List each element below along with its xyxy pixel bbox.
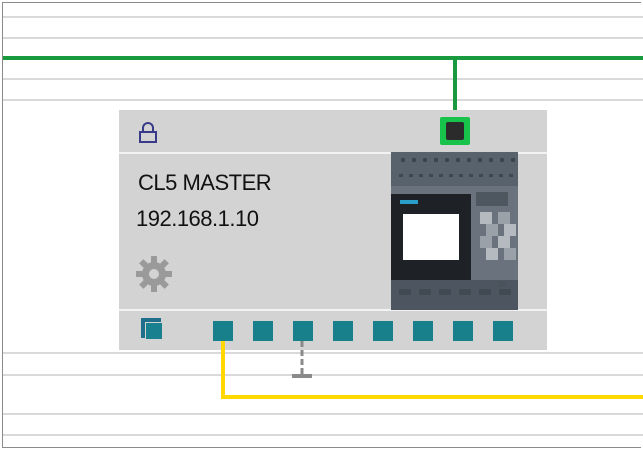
grid-line <box>3 374 643 376</box>
grid-line <box>3 37 643 39</box>
lock-icon <box>139 122 157 143</box>
plc-display <box>403 214 459 260</box>
grid-line <box>3 99 643 101</box>
plc-led <box>498 281 506 287</box>
io-port-7[interactable] <box>453 321 473 341</box>
grid-line <box>3 16 643 18</box>
io-port-8[interactable] <box>493 321 513 341</box>
device-name: CL5 MASTER <box>138 170 272 195</box>
network-port-socket <box>446 122 464 140</box>
plc-bottom-row <box>399 289 511 295</box>
io-bus-drop[interactable] <box>221 341 225 399</box>
io-port-2[interactable] <box>253 321 273 341</box>
copy-icon-front <box>145 322 163 340</box>
copy-icon[interactable] <box>141 318 167 344</box>
profinet-bus-line[interactable] <box>3 56 643 60</box>
io-bus-line[interactable] <box>221 395 643 399</box>
network-port[interactable] <box>440 117 470 145</box>
io-port-6[interactable] <box>413 321 433 341</box>
plc-logo-strip <box>400 200 418 204</box>
io-port-3[interactable] <box>293 321 313 341</box>
io-port-4[interactable] <box>333 321 353 341</box>
io-port-1[interactable] <box>213 321 233 341</box>
grid-line <box>3 78 643 80</box>
grid-line <box>3 434 643 436</box>
gear-icon[interactable] <box>134 254 174 294</box>
plc-terminal-row <box>401 158 515 162</box>
io-port-5[interactable] <box>373 321 393 341</box>
plc-top-terminal <box>391 152 518 186</box>
grid-line <box>3 352 643 354</box>
unconnected-port-stub[interactable] <box>290 341 314 381</box>
plc-keypad <box>472 190 518 262</box>
device-ip-address: 192.168.1.10 <box>136 206 259 231</box>
profinet-bus-drop[interactable] <box>453 56 457 118</box>
plc-terminal-row <box>399 174 513 177</box>
grid-line <box>3 413 643 415</box>
